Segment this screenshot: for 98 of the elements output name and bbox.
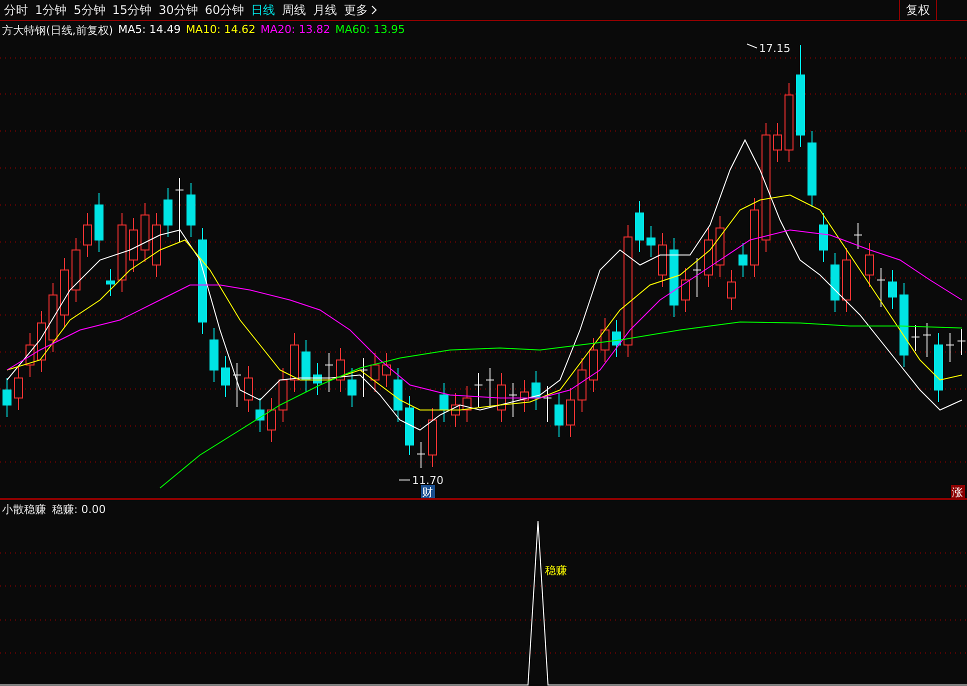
candlestick bbox=[94, 192, 104, 252]
candlestick bbox=[727, 270, 736, 310]
candlestick bbox=[405, 396, 414, 456]
moving-average-value: MA20: 13.82 bbox=[260, 23, 330, 38]
period-tab[interactable]: 1分钟 bbox=[35, 2, 67, 18]
candlestick bbox=[773, 122, 782, 162]
stock-title: 方大特钢(日线,前复权) bbox=[2, 23, 114, 38]
chevron-right-icon bbox=[371, 5, 378, 15]
candlestick bbox=[83, 212, 92, 258]
candlestick bbox=[140, 202, 150, 262]
candlestick bbox=[37, 310, 46, 372]
candlestick bbox=[566, 388, 575, 438]
candlestick bbox=[26, 332, 34, 378]
candlestick bbox=[876, 268, 886, 308]
candlestick bbox=[336, 348, 345, 392]
candlestick bbox=[911, 324, 920, 352]
candlestick bbox=[830, 252, 840, 312]
moving-average-value: MA60: 13.95 bbox=[335, 23, 405, 38]
candlestick bbox=[244, 366, 253, 412]
candlestick bbox=[210, 328, 218, 382]
candlestick bbox=[2, 378, 12, 418]
candlestick bbox=[232, 362, 242, 408]
candlestick bbox=[370, 352, 380, 392]
candlestick bbox=[658, 232, 667, 288]
period-tab[interactable]: 分时 bbox=[4, 2, 28, 18]
candlestick bbox=[497, 372, 506, 422]
candlestick bbox=[175, 178, 184, 242]
adjust-button[interactable]: 复权 bbox=[899, 0, 937, 20]
candlestick bbox=[106, 268, 115, 296]
period-tab[interactable]: 15分钟 bbox=[112, 2, 152, 18]
event-badge: 涨 bbox=[951, 485, 965, 498]
candlestick bbox=[164, 188, 172, 238]
period-tab[interactable]: 月线 bbox=[313, 2, 338, 18]
candlestick bbox=[957, 328, 966, 356]
candlestick bbox=[382, 352, 391, 388]
candlestick bbox=[819, 212, 828, 262]
candlestick bbox=[474, 372, 483, 408]
candlestick bbox=[428, 408, 437, 468]
candlestick bbox=[635, 200, 644, 252]
low-price-label: 11.70 bbox=[412, 474, 444, 487]
candlestick bbox=[14, 366, 23, 410]
candlestick bbox=[394, 368, 402, 422]
candlestick bbox=[60, 258, 69, 328]
candlestick bbox=[48, 282, 58, 352]
candlestick bbox=[934, 332, 943, 402]
candlestick bbox=[348, 368, 356, 408]
candlestick bbox=[946, 332, 954, 362]
period-tab[interactable]: 30分钟 bbox=[158, 2, 198, 18]
candlestick bbox=[554, 392, 564, 438]
candlestick bbox=[451, 392, 460, 428]
high-price-label: 17.15 bbox=[759, 42, 790, 55]
period-tab[interactable]: 5分钟 bbox=[74, 2, 106, 18]
candlestick bbox=[462, 386, 472, 422]
candlestick bbox=[416, 442, 426, 468]
candlestick bbox=[440, 382, 448, 422]
moving-average-value: MA10: 14.62 bbox=[186, 23, 256, 38]
event-badge: 财 bbox=[421, 485, 435, 498]
candlestick bbox=[543, 386, 552, 422]
candlestick bbox=[922, 322, 932, 358]
candlestick bbox=[302, 340, 310, 392]
candlestick bbox=[256, 398, 264, 432]
candlestick bbox=[738, 242, 748, 278]
candlestick bbox=[313, 362, 322, 396]
candlestick bbox=[578, 358, 586, 412]
candlestick bbox=[186, 182, 196, 238]
period-tab[interactable]: 日线 bbox=[251, 2, 276, 18]
candlestick bbox=[324, 352, 334, 392]
candlestick bbox=[888, 270, 897, 310]
candlestick bbox=[612, 320, 621, 358]
candlestick bbox=[681, 268, 690, 312]
candlestick bbox=[865, 242, 874, 288]
indicator-title: 小散稳赚 bbox=[2, 502, 46, 517]
period-tab[interactable]: 周线 bbox=[282, 2, 306, 18]
candlestick bbox=[600, 318, 610, 362]
candlestick bbox=[290, 332, 299, 392]
candlestick bbox=[278, 368, 288, 422]
candlestick bbox=[704, 228, 713, 288]
candlestick bbox=[267, 398, 276, 442]
candlestick bbox=[129, 218, 138, 272]
candlestick bbox=[221, 356, 230, 398]
indicator-value: 稳赚: 0.00 bbox=[52, 502, 106, 517]
candlestick bbox=[532, 370, 540, 410]
candlestick bbox=[520, 380, 529, 412]
moving-average-value: MA5: 14.49 bbox=[118, 23, 181, 38]
candlestick bbox=[486, 368, 494, 408]
period-tab[interactable]: 更多 bbox=[344, 2, 378, 18]
candlestick bbox=[359, 358, 368, 398]
candlestick bbox=[152, 212, 161, 278]
period-tab[interactable]: 60分钟 bbox=[204, 2, 244, 18]
candlestick bbox=[692, 258, 702, 298]
candlestick bbox=[589, 338, 598, 392]
candlestick bbox=[72, 238, 80, 302]
candlestick bbox=[854, 222, 862, 250]
candlestick bbox=[842, 248, 851, 312]
candlestick bbox=[646, 226, 656, 258]
candlestick bbox=[716, 216, 724, 278]
candlestick bbox=[508, 382, 518, 418]
signal-label: 稳赚 bbox=[545, 564, 567, 577]
